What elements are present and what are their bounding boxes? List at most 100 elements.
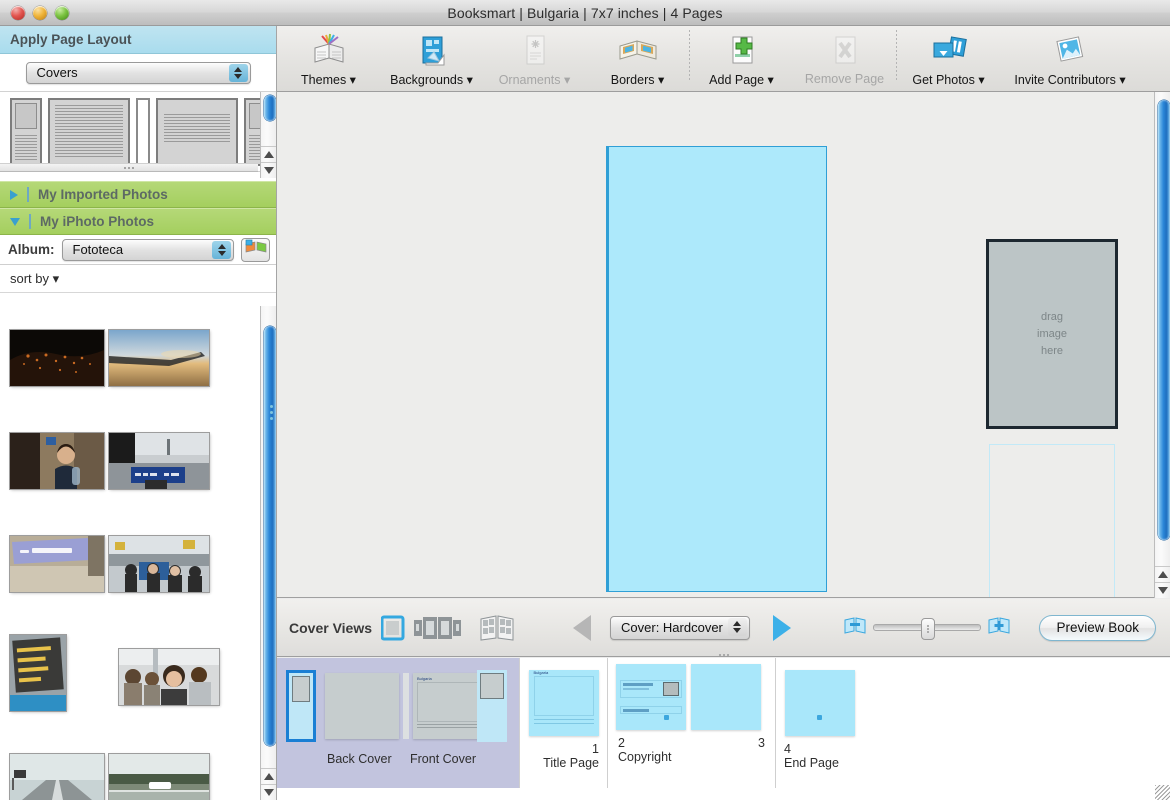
layout-template-option[interactable] [10, 97, 42, 166]
photo-thumbnail[interactable] [119, 648, 219, 705]
album-label: Album: [8, 242, 55, 257]
window-resize-grip[interactable] [1155, 785, 1170, 800]
toolbar-get-photos-button[interactable]: Get Photos ▾ [897, 26, 1000, 90]
photo-thumbnail[interactable] [109, 432, 209, 489]
photo-thumbnail[interactable] [109, 535, 209, 592]
photo-thumbnail[interactable] [109, 329, 209, 386]
next-arrow-icon[interactable] [772, 614, 791, 641]
mini-spine-left[interactable] [286, 670, 316, 742]
toolbar-item-label: Themes ▾ [301, 73, 356, 87]
layout-template-option[interactable] [136, 97, 150, 166]
layout-strip-scrollbar[interactable] [260, 92, 276, 178]
zoom-in-book-icon[interactable] [988, 616, 1010, 639]
toolbar-item-label: Borders ▾ [610, 73, 665, 87]
photo-list-scrollbar[interactable] [260, 306, 276, 800]
scrollbar-track[interactable] [1156, 92, 1170, 568]
spread-copyright[interactable]: 2 3 Copyright [608, 658, 776, 788]
sort-by-control[interactable]: sort by ▾ [0, 265, 276, 293]
show-book-button[interactable] [241, 237, 270, 262]
toolbar-item-label: Get Photos ▾ [912, 73, 985, 87]
page-canvas[interactable]: drag image here [277, 92, 1170, 598]
zoom-slider-track[interactable] [872, 618, 981, 640]
album-row: Album: Fototeca [0, 235, 276, 265]
scrollbar-arrows[interactable] [1155, 566, 1170, 598]
scroll-up-button[interactable] [1155, 566, 1170, 582]
scroll-up-button[interactable] [261, 146, 276, 162]
page-caption: Title Page [543, 756, 599, 770]
photo-thumbnail[interactable] [10, 753, 104, 800]
drag-image-here-label: drag image here [1037, 309, 1067, 360]
group-label: My Imported Photos [38, 187, 168, 202]
scrollbar-arrows[interactable] [261, 146, 276, 178]
photo-thumbnail[interactable] [109, 753, 209, 800]
scrollbar-arrows[interactable] [261, 768, 276, 800]
spread-caption: Back Cover [327, 752, 392, 766]
mini-front-cover[interactable]: Bulgaria [413, 673, 483, 739]
pagestrip-resize-grip[interactable] [277, 651, 1170, 658]
scrollbar-track[interactable] [262, 306, 276, 770]
stepper-icon[interactable] [212, 240, 231, 259]
sidebar-group-iphoto-photos[interactable]: My iPhoto Photos [0, 208, 276, 235]
stepper-icon[interactable] [228, 63, 248, 82]
layout-strip-resize-grip[interactable] [0, 163, 258, 172]
backgrounds-icon [412, 31, 452, 71]
photo-thumbnail[interactable] [10, 535, 104, 592]
placeholder-line: image [1037, 327, 1067, 340]
multi-page-view-icon[interactable] [480, 614, 514, 642]
sidebar-group-imported-photos[interactable]: My Imported Photos [0, 181, 276, 208]
mini-page-2[interactable] [616, 664, 686, 730]
sidebar-splitter-handle[interactable] [270, 405, 276, 420]
scroll-down-button[interactable] [261, 162, 276, 178]
toolbar-item-label: Ornaments ▾ [498, 73, 571, 87]
toolbar-ornaments-button[interactable]: Ornaments ▾ [483, 26, 586, 90]
mini-page-1[interactable]: Bulgaria [528, 670, 599, 736]
spread-end-page[interactable]: 4 End Page [776, 658, 864, 788]
canvas-scrollbar[interactable] [1154, 92, 1170, 598]
stepper-icon[interactable] [727, 617, 747, 636]
toolbar-borders-button[interactable]: Borders ▾ [586, 26, 689, 90]
spread-view-icon[interactable] [414, 615, 464, 641]
photo-row [0, 730, 248, 800]
zoom-slider-thumb[interactable] [920, 618, 935, 640]
toolbar-add-page-button[interactable]: Add Page ▾ [690, 26, 793, 90]
toolbar-invite-contributors-button[interactable]: Invite Contributors ▾ [1000, 26, 1140, 90]
mini-title-text: Bulgaria [533, 670, 549, 675]
scrollbar-thumb[interactable] [264, 95, 276, 121]
booksmart-window: Booksmart | Bulgaria | 7x7 inches | 4 Pa… [0, 0, 1170, 800]
ornaments-icon [515, 31, 555, 71]
cover-type-select[interactable]: Cover: Hardcover [610, 615, 750, 640]
album-select[interactable]: Fototeca [61, 238, 234, 261]
scrollbar-thumb[interactable] [1158, 100, 1170, 540]
scroll-down-button[interactable] [1155, 582, 1170, 598]
photo-thumbnail[interactable] [10, 432, 104, 489]
mini-spine-right[interactable] [477, 670, 507, 742]
cover-page[interactable]: drag image here [608, 146, 1118, 597]
mini-page-3[interactable] [691, 664, 761, 730]
photo-thumbnail[interactable] [10, 329, 104, 386]
layout-template-option[interactable] [155, 97, 239, 166]
mini-back-cover[interactable] [325, 673, 399, 739]
photo-row [0, 306, 248, 409]
layout-template-option[interactable] [47, 97, 131, 166]
scroll-down-button[interactable] [261, 784, 276, 800]
page-number: 1 [592, 742, 599, 756]
preview-book-button[interactable]: Preview Book [1039, 614, 1156, 641]
layout-category-popup[interactable]: Covers [25, 61, 251, 84]
scrollbar-thumb[interactable] [264, 326, 276, 746]
page-thumbnail-strip: Bulgaria Back Cover Front Cover Bulgaria [277, 658, 1170, 800]
scroll-up-button[interactable] [261, 768, 276, 784]
prev-arrow-icon[interactable] [573, 614, 592, 641]
layout-category-value: Covers [36, 65, 78, 80]
text-drop-well[interactable] [989, 444, 1115, 597]
scrollbar-track[interactable] [262, 92, 276, 148]
toolbar-remove-page-button[interactable]: Remove Page [793, 26, 896, 90]
toolbar-themes-button[interactable]: Themes ▾ [277, 26, 380, 90]
toolbar-backgrounds-button[interactable]: Backgrounds ▾ [380, 26, 483, 90]
photo-drop-well[interactable]: drag image here [986, 239, 1118, 429]
single-page-view-icon[interactable] [381, 615, 405, 641]
mini-page-4[interactable] [785, 670, 855, 736]
photo-thumbnail[interactable] [10, 634, 66, 711]
zoom-out-book-icon[interactable] [844, 616, 866, 639]
spread-title-page[interactable]: Bulgaria 1 Title Page [520, 658, 608, 788]
spread-cover[interactable]: Bulgaria Back Cover Front Cover [277, 658, 520, 788]
